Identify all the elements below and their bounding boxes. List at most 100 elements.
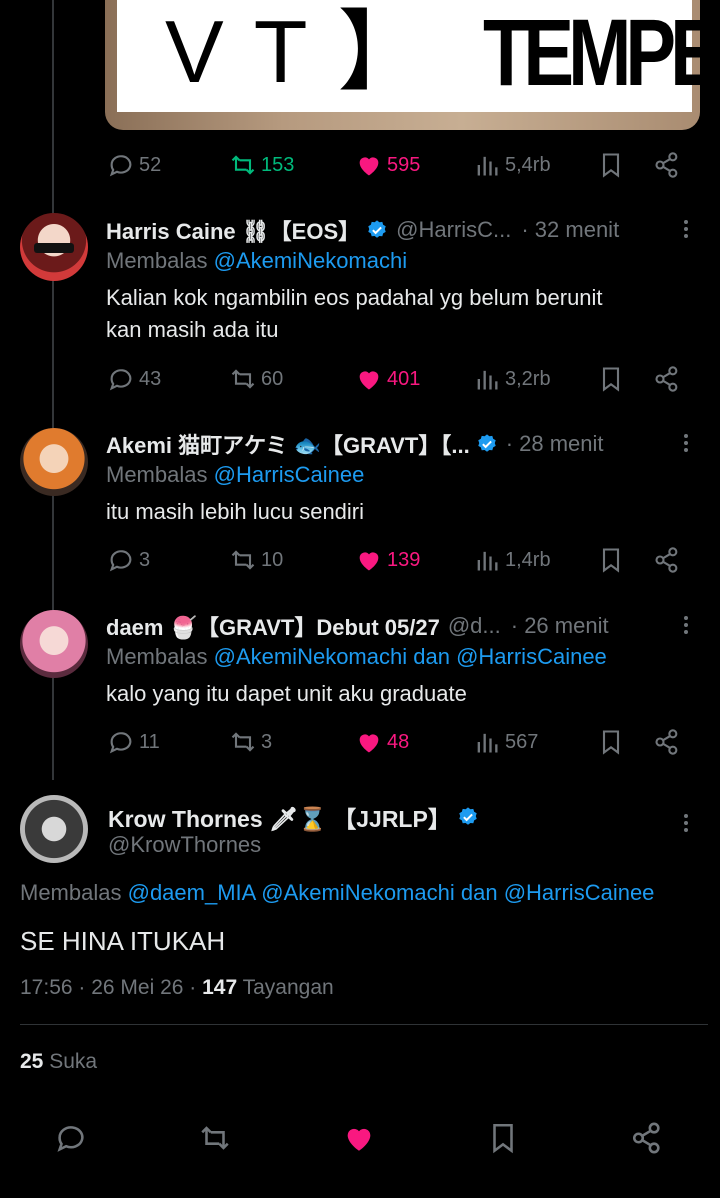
retweet-button[interactable]: 153 <box>229 151 294 179</box>
handle[interactable]: @KrowThornes <box>108 832 261 858</box>
more-options-icon[interactable] <box>676 428 696 458</box>
bookmark-button[interactable] <box>597 151 625 179</box>
display-name[interactable]: Akemi 猫町アケミ 🐟【GRAVT】【... <box>106 428 470 460</box>
reply-icon <box>109 732 132 754</box>
mention-link[interactable]: @AkemiNekomachi <box>214 248 408 273</box>
like-button[interactable]: 48 <box>355 728 409 756</box>
retweet-icon <box>231 550 255 570</box>
like-count: 401 <box>387 367 421 390</box>
retweet-button[interactable]: 60 <box>229 365 283 393</box>
views-button[interactable]: 567 <box>473 728 538 756</box>
reply-icon <box>109 550 132 572</box>
retweet-button[interactable]: 10 <box>229 546 283 574</box>
tweet-meta: 17:56 · 26 Mei 26 · 147 Tayangan <box>20 976 334 1000</box>
avatar[interactable] <box>20 213 88 281</box>
more-options-icon[interactable] <box>676 610 696 640</box>
heart-icon <box>359 371 379 390</box>
timestamp[interactable]: · 28 menit <box>506 431 604 457</box>
views-button[interactable]: 1,4rb <box>473 546 551 574</box>
retweet-button[interactable] <box>195 1118 235 1158</box>
like-count: 595 <box>387 153 421 176</box>
heart-icon <box>359 157 379 176</box>
views-button[interactable]: 3,2rb <box>473 365 551 393</box>
bookmark-button[interactable] <box>597 365 625 393</box>
verified-badge-icon <box>368 220 386 238</box>
mention-link[interactable]: @daem_MIA <box>128 880 256 905</box>
views-count: 567 <box>505 730 539 753</box>
mention-link[interactable]: @HarrisCainee <box>504 880 655 905</box>
reply-icon <box>109 369 132 391</box>
display-name[interactable]: Krow Thornes 🗡⌛ 【JJRLP】 <box>108 800 451 834</box>
mention-link[interactable]: @AkemiNekomachi <box>261 880 455 905</box>
tweet-actions: 11 3 48 567 <box>107 725 687 759</box>
reply-button[interactable]: 11 <box>107 728 160 756</box>
heart-icon <box>359 552 379 571</box>
avatar[interactable] <box>20 795 88 863</box>
more-options-icon[interactable] <box>676 214 696 244</box>
bookmark-button[interactable] <box>597 546 625 574</box>
views-count: 5,4rb <box>505 153 551 176</box>
mention-link[interactable]: @HarrisCainee <box>456 644 607 669</box>
tweet-text-line: kalo yang itu dapet unit aku graduate <box>106 681 467 706</box>
reply-icon <box>109 155 132 177</box>
reply-button[interactable]: 3 <box>107 546 150 574</box>
share-button[interactable] <box>653 365 681 393</box>
share-button[interactable] <box>653 728 681 756</box>
heart-icon <box>347 1128 371 1151</box>
reply-button[interactable] <box>51 1118 91 1158</box>
views-count: 147 <box>202 976 238 999</box>
avatar[interactable] <box>20 610 88 678</box>
timestamp[interactable]: · 26 menit <box>511 613 609 639</box>
bookmark-button[interactable] <box>483 1118 523 1158</box>
views-button[interactable]: 5,4rb <box>473 151 551 179</box>
likes-summary[interactable]: 25 Suka <box>20 1050 97 1074</box>
tweet-text: itu masih lebih lucu sendiri <box>106 496 686 528</box>
reply-button[interactable]: 52 <box>107 151 161 179</box>
analytics-icon <box>477 733 498 753</box>
like-count: 48 <box>387 730 410 753</box>
tweet-header: daem 🍧【GRAVT】Debut 05/27 @d... · 26 meni… <box>106 610 609 642</box>
verified-badge-icon <box>459 807 477 825</box>
handle[interactable]: @d... <box>448 613 501 639</box>
likes-label: Suka <box>49 1050 98 1073</box>
like-button[interactable]: 595 <box>355 151 420 179</box>
display-name[interactable]: Harris Caine ⛓【EOS】 <box>106 214 360 246</box>
retweet-count: 3 <box>261 730 273 753</box>
tweet-text: kalo yang itu dapet unit aku graduate <box>106 678 686 710</box>
timestamp[interactable]: · 32 menit <box>521 217 619 243</box>
avatar[interactable] <box>20 428 88 496</box>
bookmark-icon <box>493 1123 513 1154</box>
replying-prefix: Membalas <box>106 248 208 273</box>
bookmark-icon <box>602 153 620 178</box>
focused-header: Krow Thornes 🗡⌛ 【JJRLP】 <box>108 800 487 834</box>
media-image[interactable]: VT】 TEMPE.CO <box>105 0 700 130</box>
like-button[interactable]: 139 <box>355 546 420 574</box>
mention-link[interactable]: @AkemiNekomachi <box>214 644 408 669</box>
handle[interactable]: @HarrisC... <box>396 217 511 243</box>
tweet-text-line: Kalian kok ngambilin eos padahal yg belu… <box>106 285 603 310</box>
mention-link[interactable]: @HarrisCainee <box>214 462 365 487</box>
replying-to: Membalas @daem_MIA @AkemiNekomachi dan @… <box>20 880 654 906</box>
share-button[interactable] <box>653 151 681 179</box>
divider <box>20 1024 708 1025</box>
more-options-icon[interactable] <box>676 808 696 838</box>
share-button[interactable] <box>627 1118 667 1158</box>
retweet-icon <box>201 1126 229 1150</box>
replying-conjunction: dan <box>413 644 450 669</box>
bookmark-button[interactable] <box>597 728 625 756</box>
views-count: 1,4rb <box>505 548 551 571</box>
like-button[interactable]: 401 <box>355 365 420 393</box>
replying-to: Membalas @AkemiNekomachi <box>106 248 407 274</box>
timestamp[interactable]: 17:56 · 26 Mei 26 · <box>20 976 196 999</box>
share-button[interactable] <box>653 546 681 574</box>
retweet-button[interactable]: 3 <box>229 728 272 756</box>
tweet-header: Akemi 猫町アケミ 🐟【GRAVT】【... · 28 menit <box>106 428 604 460</box>
tweet-text-line: kan masih ada itu <box>106 317 279 342</box>
likes-count: 25 <box>20 1050 44 1073</box>
display-name[interactable]: daem 🍧【GRAVT】Debut 05/27 <box>106 610 440 642</box>
like-button[interactable] <box>339 1118 379 1158</box>
retweet-icon <box>231 732 255 752</box>
reply-button[interactable]: 43 <box>107 365 161 393</box>
retweet-count: 10 <box>261 548 284 571</box>
share-icon <box>632 1122 660 1154</box>
